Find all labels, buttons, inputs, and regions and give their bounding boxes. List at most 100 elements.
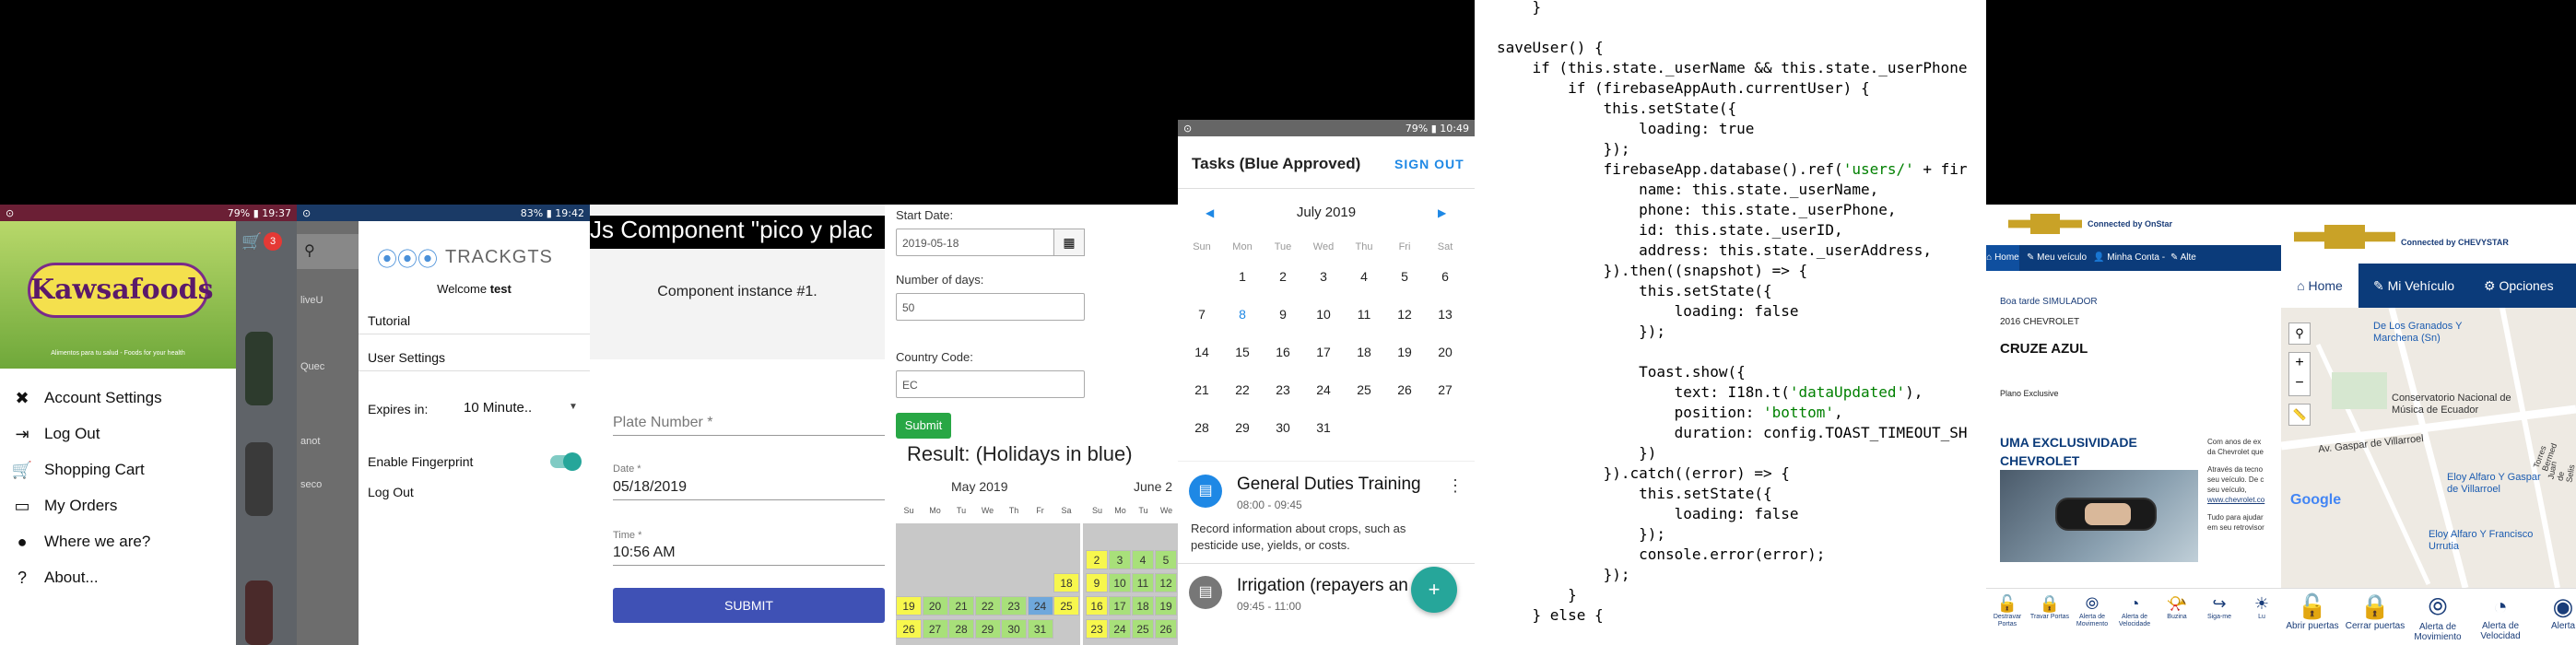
calendar-day[interactable]: 30 (1264, 420, 1301, 435)
calendar-day[interactable]: 16 (1086, 596, 1108, 616)
next-month-icon[interactable]: ▶ (1438, 206, 1446, 219)
calendar-day[interactable]: 13 (1427, 307, 1464, 322)
calendar-day[interactable]: 26 (1386, 382, 1423, 397)
calendar-day[interactable]: 21 (948, 596, 974, 616)
action-button[interactable]: 📯 Buzina (2156, 594, 2198, 621)
action-button[interactable]: ⦾ Alerta de Movimiento (2406, 592, 2469, 642)
nav-vehicle[interactable]: ✎ Mi Vehículo (2373, 278, 2454, 294)
nav-home[interactable]: ⌂ Home (1986, 245, 2019, 271)
calendar-day[interactable]: 26 (896, 619, 922, 639)
action-button[interactable]: ◉ Alerta (2532, 592, 2576, 631)
menu-log-out[interactable]: ⇥ Log Out (0, 416, 236, 452)
calendar-day[interactable]: 31 (1027, 619, 1053, 639)
expires-select[interactable]: 10 Minute.. (464, 400, 532, 416)
calendar-day[interactable]: 1 (1224, 269, 1261, 284)
nav-account[interactable]: 👤 Minha Conta - (2093, 252, 2165, 263)
calendar-day[interactable]: 17 (1305, 345, 1342, 359)
fingerprint-toggle[interactable] (550, 452, 582, 471)
calendar-day[interactable]: 31 (1305, 420, 1342, 435)
calendar-day[interactable]: 22 (1224, 382, 1261, 397)
calendar-day[interactable]: 15 (1224, 345, 1261, 359)
menu-my-orders[interactable]: ▭ My Orders (0, 488, 236, 523)
calendar-day[interactable]: 7 (1183, 307, 1220, 322)
calendar-day[interactable]: 3 (1305, 269, 1342, 284)
calendar-day[interactable]: 4 (1346, 269, 1382, 284)
calendar-day[interactable]: 16 (1264, 345, 1301, 359)
calendar-day[interactable]: 9 (1086, 573, 1108, 592)
calendar-day[interactable]: 11 (1346, 307, 1382, 322)
cart-icon[interactable]: 🛒 (241, 232, 262, 252)
calendar-day[interactable]: 18 (1053, 573, 1079, 592)
date-input[interactable]: 05/18/2019 (613, 479, 687, 496)
calendar-day[interactable]: 19 (1155, 596, 1177, 616)
calendar-day[interactable]: 28 (948, 619, 974, 639)
calendar-day[interactable]: 11 (1132, 573, 1154, 592)
calendar-day[interactable]: 12 (1155, 573, 1177, 592)
calendar-day[interactable]: 8 (1224, 307, 1261, 322)
menu-tutorial[interactable]: Tutorial (368, 313, 410, 328)
nav-options[interactable]: ⚙ Opciones (2484, 278, 2554, 294)
calendar-day[interactable]: 10 (1305, 307, 1342, 322)
calendar-day[interactable]: 28 (1183, 420, 1220, 435)
calendar-day[interactable]: 29 (974, 619, 1001, 639)
calendar-day[interactable]: 25 (1346, 382, 1382, 397)
days-input[interactable]: 50 (896, 293, 1085, 321)
calendar-day[interactable]: 20 (1427, 345, 1464, 359)
calendar-day[interactable]: 25 (1132, 619, 1154, 639)
calendar-day[interactable]: 2 (1264, 269, 1301, 284)
submit-button[interactable]: Submit (896, 413, 951, 439)
calendar-day[interactable]: 9 (1264, 307, 1301, 322)
search-bar[interactable]: ⚲ (297, 234, 359, 269)
calendar-day[interactable]: 23 (1001, 596, 1027, 616)
calendar-day[interactable]: 19 (1386, 345, 1423, 359)
submit-button[interactable]: SUBMIT (613, 588, 885, 623)
menu-account-settings[interactable]: ✖ Account Settings (0, 381, 236, 416)
menu-user-settings[interactable]: User Settings (368, 350, 445, 365)
calendar-day[interactable]: 24 (1027, 596, 1053, 616)
calendar-day[interactable]: 5 (1155, 550, 1177, 569)
menu-where-we-are[interactable]: ● Where we are? (0, 524, 236, 559)
action-button[interactable]: ☀ Lu (2241, 594, 2281, 621)
action-button[interactable]: 🔓 Destravar Portas (1986, 594, 2029, 628)
calendar-day[interactable]: 20 (922, 596, 948, 616)
ruler-icon[interactable]: 📏 (2288, 404, 2311, 426)
nav-vehicle[interactable]: ✎ Meu veículo (2027, 252, 2087, 263)
task-title[interactable]: Irrigation (repayers an (1237, 576, 1408, 596)
nav-home[interactable]: ⌂ Home (2281, 264, 2358, 308)
calendar-day[interactable]: 23 (1264, 382, 1301, 397)
calendar-day[interactable]: 27 (1427, 382, 1464, 397)
action-button[interactable]: ↪ Siga-me (2198, 594, 2241, 621)
time-input[interactable]: 10:56 AM (613, 545, 676, 561)
calendar-day[interactable]: 14 (1183, 345, 1220, 359)
calendar-day[interactable]: 23 (1086, 619, 1108, 639)
calendar-day[interactable]: 4 (1132, 550, 1154, 569)
calendar-day[interactable]: 29 (1224, 420, 1261, 435)
menu-log-out[interactable]: Log Out (368, 485, 414, 499)
calendar-day[interactable]: 12 (1386, 307, 1423, 322)
menu-about[interactable]: ? About... (0, 560, 236, 595)
calendar-day[interactable]: 17 (1109, 596, 1131, 616)
action-button[interactable]: ⦾ Alerta de Movimento (2071, 594, 2113, 628)
action-button[interactable]: 🔓 Abrir puertas (2281, 592, 2344, 631)
zoom-out-button[interactable]: − (2289, 373, 2310, 393)
action-button[interactable]: 🔒 Travar Portas (2029, 594, 2071, 621)
calendar-day[interactable]: 3 (1109, 550, 1131, 569)
calendar-day[interactable]: 18 (1132, 596, 1154, 616)
calendar-day[interactable]: 6 (1427, 269, 1464, 284)
calendar-day[interactable]: 27 (922, 619, 948, 639)
action-button[interactable]: 🔒 Cerrar puertas (2344, 592, 2406, 631)
calendar-day[interactable]: 24 (1109, 619, 1131, 639)
plate-input[interactable]: Plate Number * (613, 415, 713, 431)
search-icon[interactable]: ⚲ (2288, 322, 2311, 345)
calendar-day[interactable]: 30 (1001, 619, 1027, 639)
sign-out-button[interactable]: SIGN OUT (1394, 157, 1464, 171)
task-title[interactable]: General Duties Training (1237, 475, 1421, 495)
promo-link[interactable]: www.chevrolet.co (2207, 495, 2281, 505)
calendar-day[interactable]: 24 (1305, 382, 1342, 397)
calendar-day[interactable]: 19 (896, 596, 922, 616)
calendar-day[interactable]: 22 (974, 596, 1001, 616)
add-task-button[interactable]: + (1411, 567, 1457, 613)
calendar-day[interactable]: 10 (1109, 573, 1131, 592)
calendar-day[interactable]: 18 (1346, 345, 1382, 359)
country-input[interactable]: EC (896, 370, 1085, 398)
